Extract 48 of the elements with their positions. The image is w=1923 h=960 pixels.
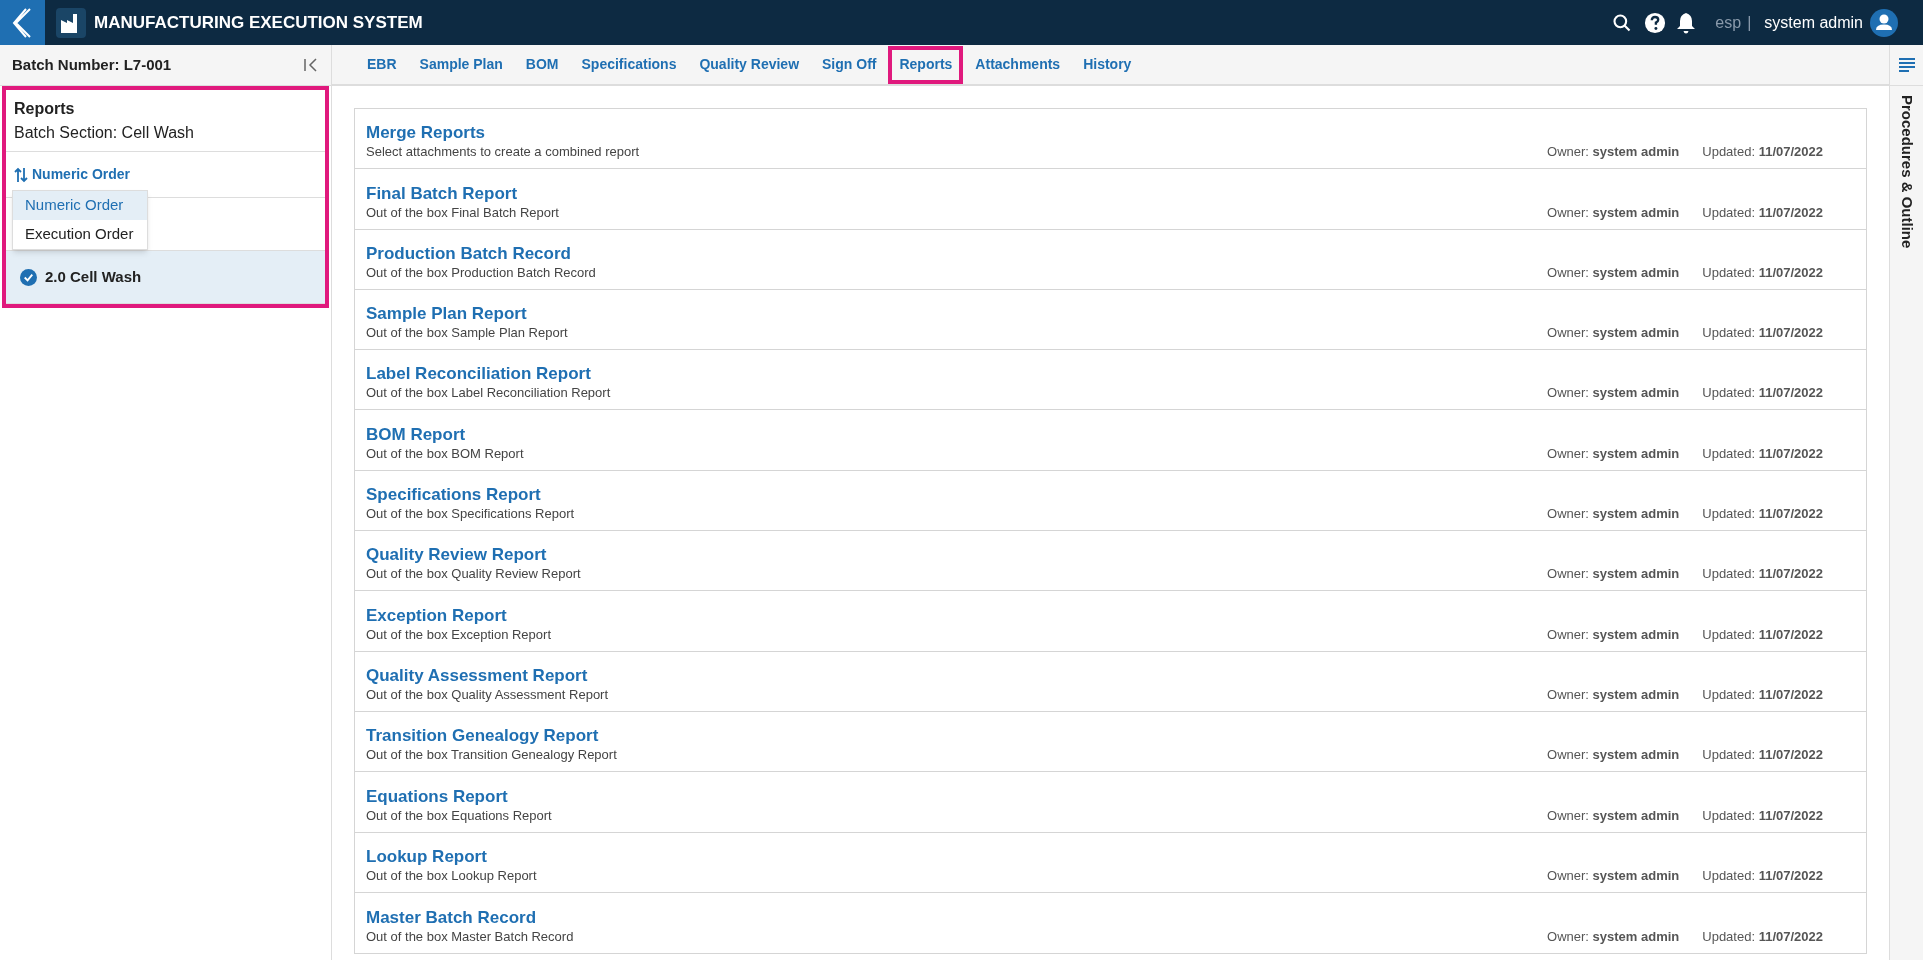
updated-text: Updated: 11/07/2022 [1702, 747, 1823, 764]
report-description: Out of the box Quality Assessment Report [366, 686, 609, 703]
owner-text: Owner: system admin [1547, 626, 1680, 643]
updated-text: Updated: 11/07/2022 [1702, 867, 1823, 884]
panel-subtitle: Batch Section: Cell Wash [14, 122, 195, 143]
owner-text: Owner: system admin [1547, 807, 1680, 824]
section-label: 2.0 Cell Wash [45, 266, 142, 287]
updated-text: Updated: 11/07/2022 [1702, 204, 1823, 221]
batch-number: Batch Number: L7-001 [12, 54, 172, 75]
owner-text: Owner: system admin [1547, 506, 1680, 523]
report-description: Out of the box Sample Plan Report [366, 325, 568, 342]
updated-text: Updated: 11/07/2022 [1702, 445, 1823, 462]
report-description: Out of the box Equations Report [366, 807, 552, 824]
report-description: Out of the box Exception Report [366, 626, 551, 643]
report-description: Out of the box Final Batch Report [366, 204, 559, 221]
updated-text: Updated: 11/07/2022 [1702, 626, 1823, 643]
report-description: Out of the box Master Batch Record [366, 929, 574, 946]
updated-text: Updated: 11/07/2022 [1702, 144, 1823, 161]
report-description: Out of the box BOM Report [366, 445, 524, 462]
updated-text: Updated: 11/07/2022 [1702, 506, 1823, 523]
owner-text: Owner: system admin [1547, 264, 1680, 281]
owner-text: Owner: system admin [1547, 566, 1680, 583]
owner-text: Owner: system admin [1547, 747, 1680, 764]
report-description: Out of the box Transition Genealogy Report [366, 747, 617, 764]
app-title: MANUFACTURING EXECUTION SYSTEM [94, 11, 423, 34]
report-description: Out of the box Specifications Report [366, 506, 575, 523]
owner-text: Owner: system admin [1547, 929, 1680, 946]
owner-text: Owner: system admin [1547, 204, 1680, 221]
owner-text: Owner: system admin [1547, 385, 1680, 402]
updated-text: Updated: 11/07/2022 [1702, 929, 1823, 946]
report-description: Out of the box Lookup Report [366, 867, 537, 884]
report-description: Out of the box Production Batch Record [366, 264, 596, 281]
report-description: Out of the box Quality Review Report [366, 566, 581, 583]
owner-text: Owner: system admin [1547, 445, 1680, 462]
updated-text: Updated: 11/07/2022 [1702, 686, 1823, 703]
report-description: Out of the box Label Reconciliation Report [366, 385, 611, 402]
updated-text: Updated: 11/07/2022 [1702, 325, 1823, 342]
owner-text: Owner: system admin [1547, 325, 1680, 342]
updated-text: Updated: 11/07/2022 [1702, 385, 1823, 402]
updated-text: Updated: 11/07/2022 [1702, 264, 1823, 281]
owner-text: Owner: system admin [1547, 686, 1680, 703]
panel-title: Reports [14, 98, 76, 119]
updated-text: Updated: 11/07/2022 [1702, 807, 1823, 824]
separator: | [1747, 12, 1752, 33]
owner-text: Owner: system admin [1547, 144, 1680, 161]
owner-text: Owner: system admin [1547, 867, 1680, 884]
report-description: Select attachments to create a combined report [366, 144, 640, 161]
updated-text: Updated: 11/07/2022 [1702, 566, 1823, 583]
